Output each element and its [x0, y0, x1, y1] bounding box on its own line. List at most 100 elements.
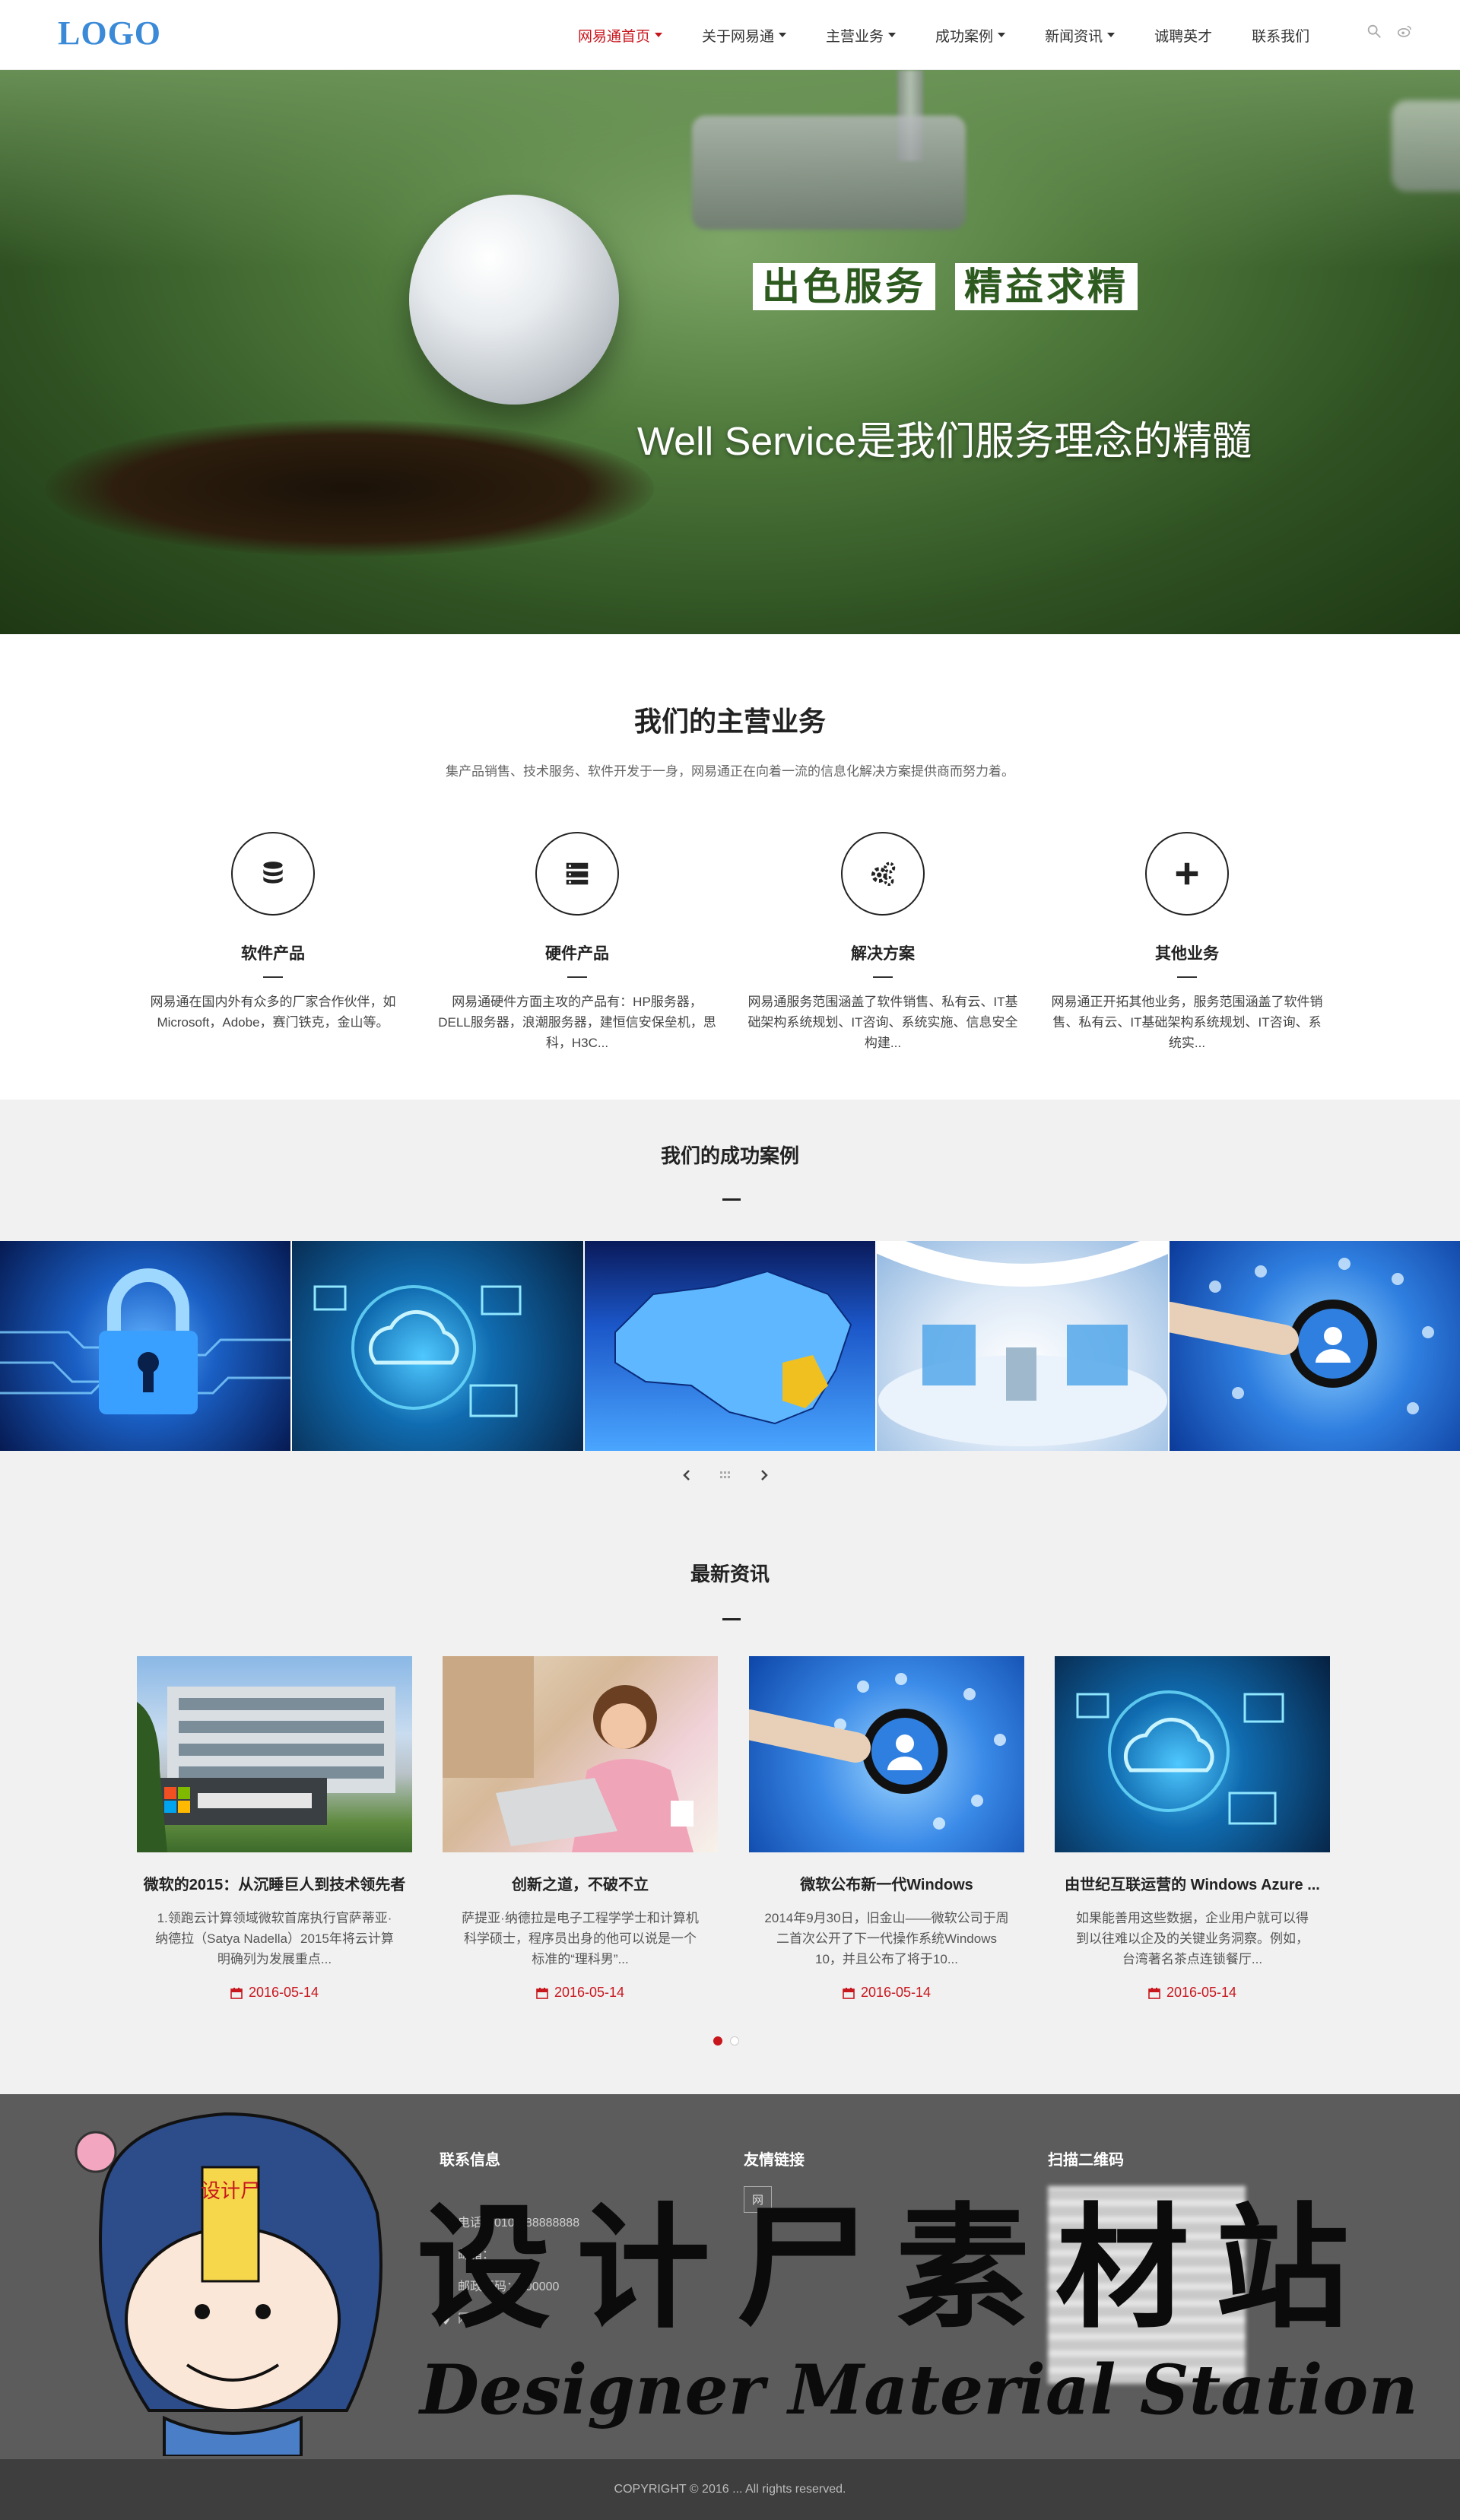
zip-icon — [441, 2283, 450, 2292]
nav-item[interactable]: 主营业务 — [826, 25, 897, 46]
divider — [873, 976, 893, 978]
hero-banner: 出色服务 精益求精 Well Service是我们服务理念的精髓 — [0, 70, 1460, 634]
news-image[interactable] — [749, 1656, 1024, 1852]
caret-down-icon — [655, 33, 663, 37]
calendar-icon — [230, 1987, 243, 1999]
business-item-desc: 网易通服务范围涵盖了软件销售、私有云、IT基础架构系统规划、IT咨询、系统实施、… — [747, 995, 1018, 1050]
title-divider — [722, 1198, 741, 1201]
footer-link[interactable]: 网 — [744, 2186, 773, 2213]
footer-zip: 邮政区码：100000 — [440, 2271, 690, 2303]
chevron-right-icon[interactable] — [757, 1469, 770, 1481]
business-item-desc: 网易通正开拓其他业务，服务范围涵盖了软件销售、私有云、IT基础架构系统规划、IT… — [1051, 995, 1323, 1050]
news-pager — [713, 2036, 739, 2046]
footer-contact-title: 联系信息 — [440, 2152, 500, 2169]
footer-address: 网 — [440, 2303, 690, 2335]
news-image[interactable] — [137, 1656, 412, 1852]
banner-subtitle: Well Service是我们服务理念的精髓 — [637, 420, 1252, 464]
footer-about-title: 关于网易通 — [137, 2152, 213, 2169]
business-item-name: 其他业务 — [1155, 945, 1219, 963]
caret-down-icon — [888, 33, 897, 37]
nav-item-label: 成功案例 — [935, 28, 994, 45]
news-card[interactable]: 创新之道，不破不立 萨提亚·纳德拉是电子工程学学士和计算机科学硕士，程序员出身的… — [443, 1656, 718, 2001]
caret-down-icon — [779, 33, 787, 37]
nav-item[interactable]: 联系我们 — [1252, 25, 1309, 46]
case-image-security[interactable] — [0, 1241, 291, 1451]
woman-laptop-image — [443, 1656, 694, 1852]
news-item-title[interactable]: 微软的2015：从沉睡巨人到技术领先者 — [137, 1872, 412, 1894]
nav-item[interactable]: 网易通首页 — [578, 25, 663, 46]
grid-icon[interactable] — [719, 1469, 732, 1481]
weibo-icon[interactable] — [1396, 23, 1413, 40]
cases-carousel — [0, 1241, 1460, 1451]
chevron-left-icon[interactable] — [681, 1469, 694, 1481]
banner-tagline: 出色服务 精益求精 — [753, 263, 1138, 310]
nav-item[interactable]: 关于网易通 — [702, 25, 787, 46]
banner-tag-2: 精益求精 — [955, 263, 1138, 310]
nav-icons — [1366, 23, 1413, 40]
case-image-cloud[interactable] — [292, 1241, 583, 1451]
cases-pager — [681, 1469, 770, 1481]
nav-item-label: 新闻资讯 — [1045, 28, 1103, 45]
nav-item-label: 网易通首页 — [578, 28, 651, 45]
footer-zip-text: 邮政区码：100000 — [458, 2280, 560, 2293]
caret-down-icon — [998, 33, 1006, 37]
news-image[interactable] — [1055, 1656, 1330, 1852]
case-image-magnifier[interactable] — [1169, 1241, 1460, 1451]
business-item-other[interactable]: 其他业务 网易通正开拓其他业务，服务范围涵盖了软件销售、私有云、IT基础架构系统… — [1046, 832, 1328, 1053]
banner-tag-1: 出色服务 — [753, 263, 935, 310]
nav-item-label: 联系我们 — [1252, 28, 1310, 45]
putter-head — [692, 116, 966, 230]
nav-item[interactable]: 诚聘英才 — [1154, 25, 1212, 46]
news-item-desc: 1.领跑云计算领域微软首席执行官萨蒂亚·纳德拉（Satya Nadella）20… — [155, 1911, 394, 1966]
business-icon-circle — [231, 832, 315, 916]
magnifier-people-image — [749, 1673, 1006, 1830]
news-card[interactable]: 微软公布新一代Windows 2014年9月30日，旧金山——微软公司于周二首次… — [749, 1656, 1024, 2001]
news-item-date: 2016-05-14 — [137, 1985, 412, 2001]
business-title: 我们的主营业务 — [633, 706, 826, 737]
footer-qr: 扫描二维码 — [1048, 2147, 1299, 2384]
case-image-hall[interactable] — [877, 1241, 1168, 1451]
cloud-hand-image — [1076, 1690, 1284, 1825]
pager-dot-active[interactable] — [713, 2036, 722, 2046]
news-item-title[interactable]: 创新之道，不破不立 — [443, 1872, 718, 1894]
mail-icon — [440, 2251, 452, 2259]
nav-item[interactable]: 成功案例 — [935, 25, 1006, 46]
news-item-date: 2016-05-14 — [1055, 1985, 1330, 2001]
divider — [263, 976, 283, 978]
footer-about: 关于网易通 — [137, 2147, 388, 2186]
business-item-solutions[interactable]: 解决方案 网易通服务范围涵盖了软件销售、私有云、IT基础架构系统规划、IT咨询、… — [742, 832, 1024, 1053]
microsoft-building-image — [137, 1687, 395, 1852]
news-card[interactable]: 由世纪互联运营的 Windows Azure ... 如果能善用这些数据，企业用… — [1055, 1656, 1330, 2001]
footer-email-text: 邮箱： — [458, 2249, 495, 2261]
database-icon — [263, 862, 283, 884]
news-card[interactable]: 微软的2015：从沉睡巨人到技术领先者 1.领跑云计算领域微软首席执行官萨蒂亚·… — [137, 1656, 412, 2001]
putter-head-2 — [1392, 100, 1460, 192]
news-date-text: 2016-05-14 — [860, 1985, 932, 2000]
golf-hole — [46, 420, 654, 557]
cloud-icon — [313, 1285, 522, 1417]
news-image[interactable] — [443, 1656, 718, 1852]
news-section: 最新资讯 微软的2015：从沉睡巨人到技术领先者 1.领跑云计算领域微软首席执行… — [0, 1513, 1460, 2094]
nav-item[interactable]: 新闻资讯 — [1045, 25, 1116, 46]
site-logo[interactable]: LOGO — [58, 14, 161, 52]
business-item-desc: 网易通硬件方面主攻的产品有：HP服务器，DELL服务器，浪潮服务器，建恒信安保垒… — [438, 995, 716, 1050]
business-item-hardware[interactable]: 硬件产品 网易通硬件方面主攻的产品有：HP服务器，DELL服务器，浪潮服务器，建… — [436, 832, 718, 1053]
calendar-icon — [1148, 1987, 1160, 1999]
caret-down-icon — [1107, 33, 1116, 37]
divider — [1177, 976, 1197, 978]
search-icon[interactable] — [1366, 23, 1382, 40]
news-item-date: 2016-05-14 — [443, 1985, 718, 2001]
business-icon-circle — [1145, 832, 1229, 916]
news-title: 最新资讯 — [690, 1563, 770, 1585]
footer-contact: 联系信息 电话：010 - 88888888 邮箱： 邮政区码：100000 网 — [440, 2147, 690, 2335]
case-image-map[interactable] — [584, 1241, 876, 1451]
main-nav: 网易通首页 关于网易通 主营业务 成功案例 新闻资讯 诚聘英才 联系我们 — [578, 0, 1349, 70]
news-item-title[interactable]: 微软公布新一代Windows — [749, 1872, 1024, 1894]
news-date-text: 2016-05-14 — [554, 1985, 625, 2000]
news-item-title[interactable]: 由世纪互联运营的 Windows Azure ... — [1055, 1872, 1330, 1894]
divider — [567, 976, 587, 978]
pager-dot[interactable] — [730, 2036, 739, 2046]
footer-email: 邮箱： — [440, 2239, 690, 2271]
business-item-software[interactable]: 软件产品 网易通在国内外有众多的厂家合作伙伴，如Microsoft，Adobe，… — [132, 832, 414, 1033]
server-icon — [566, 862, 589, 885]
